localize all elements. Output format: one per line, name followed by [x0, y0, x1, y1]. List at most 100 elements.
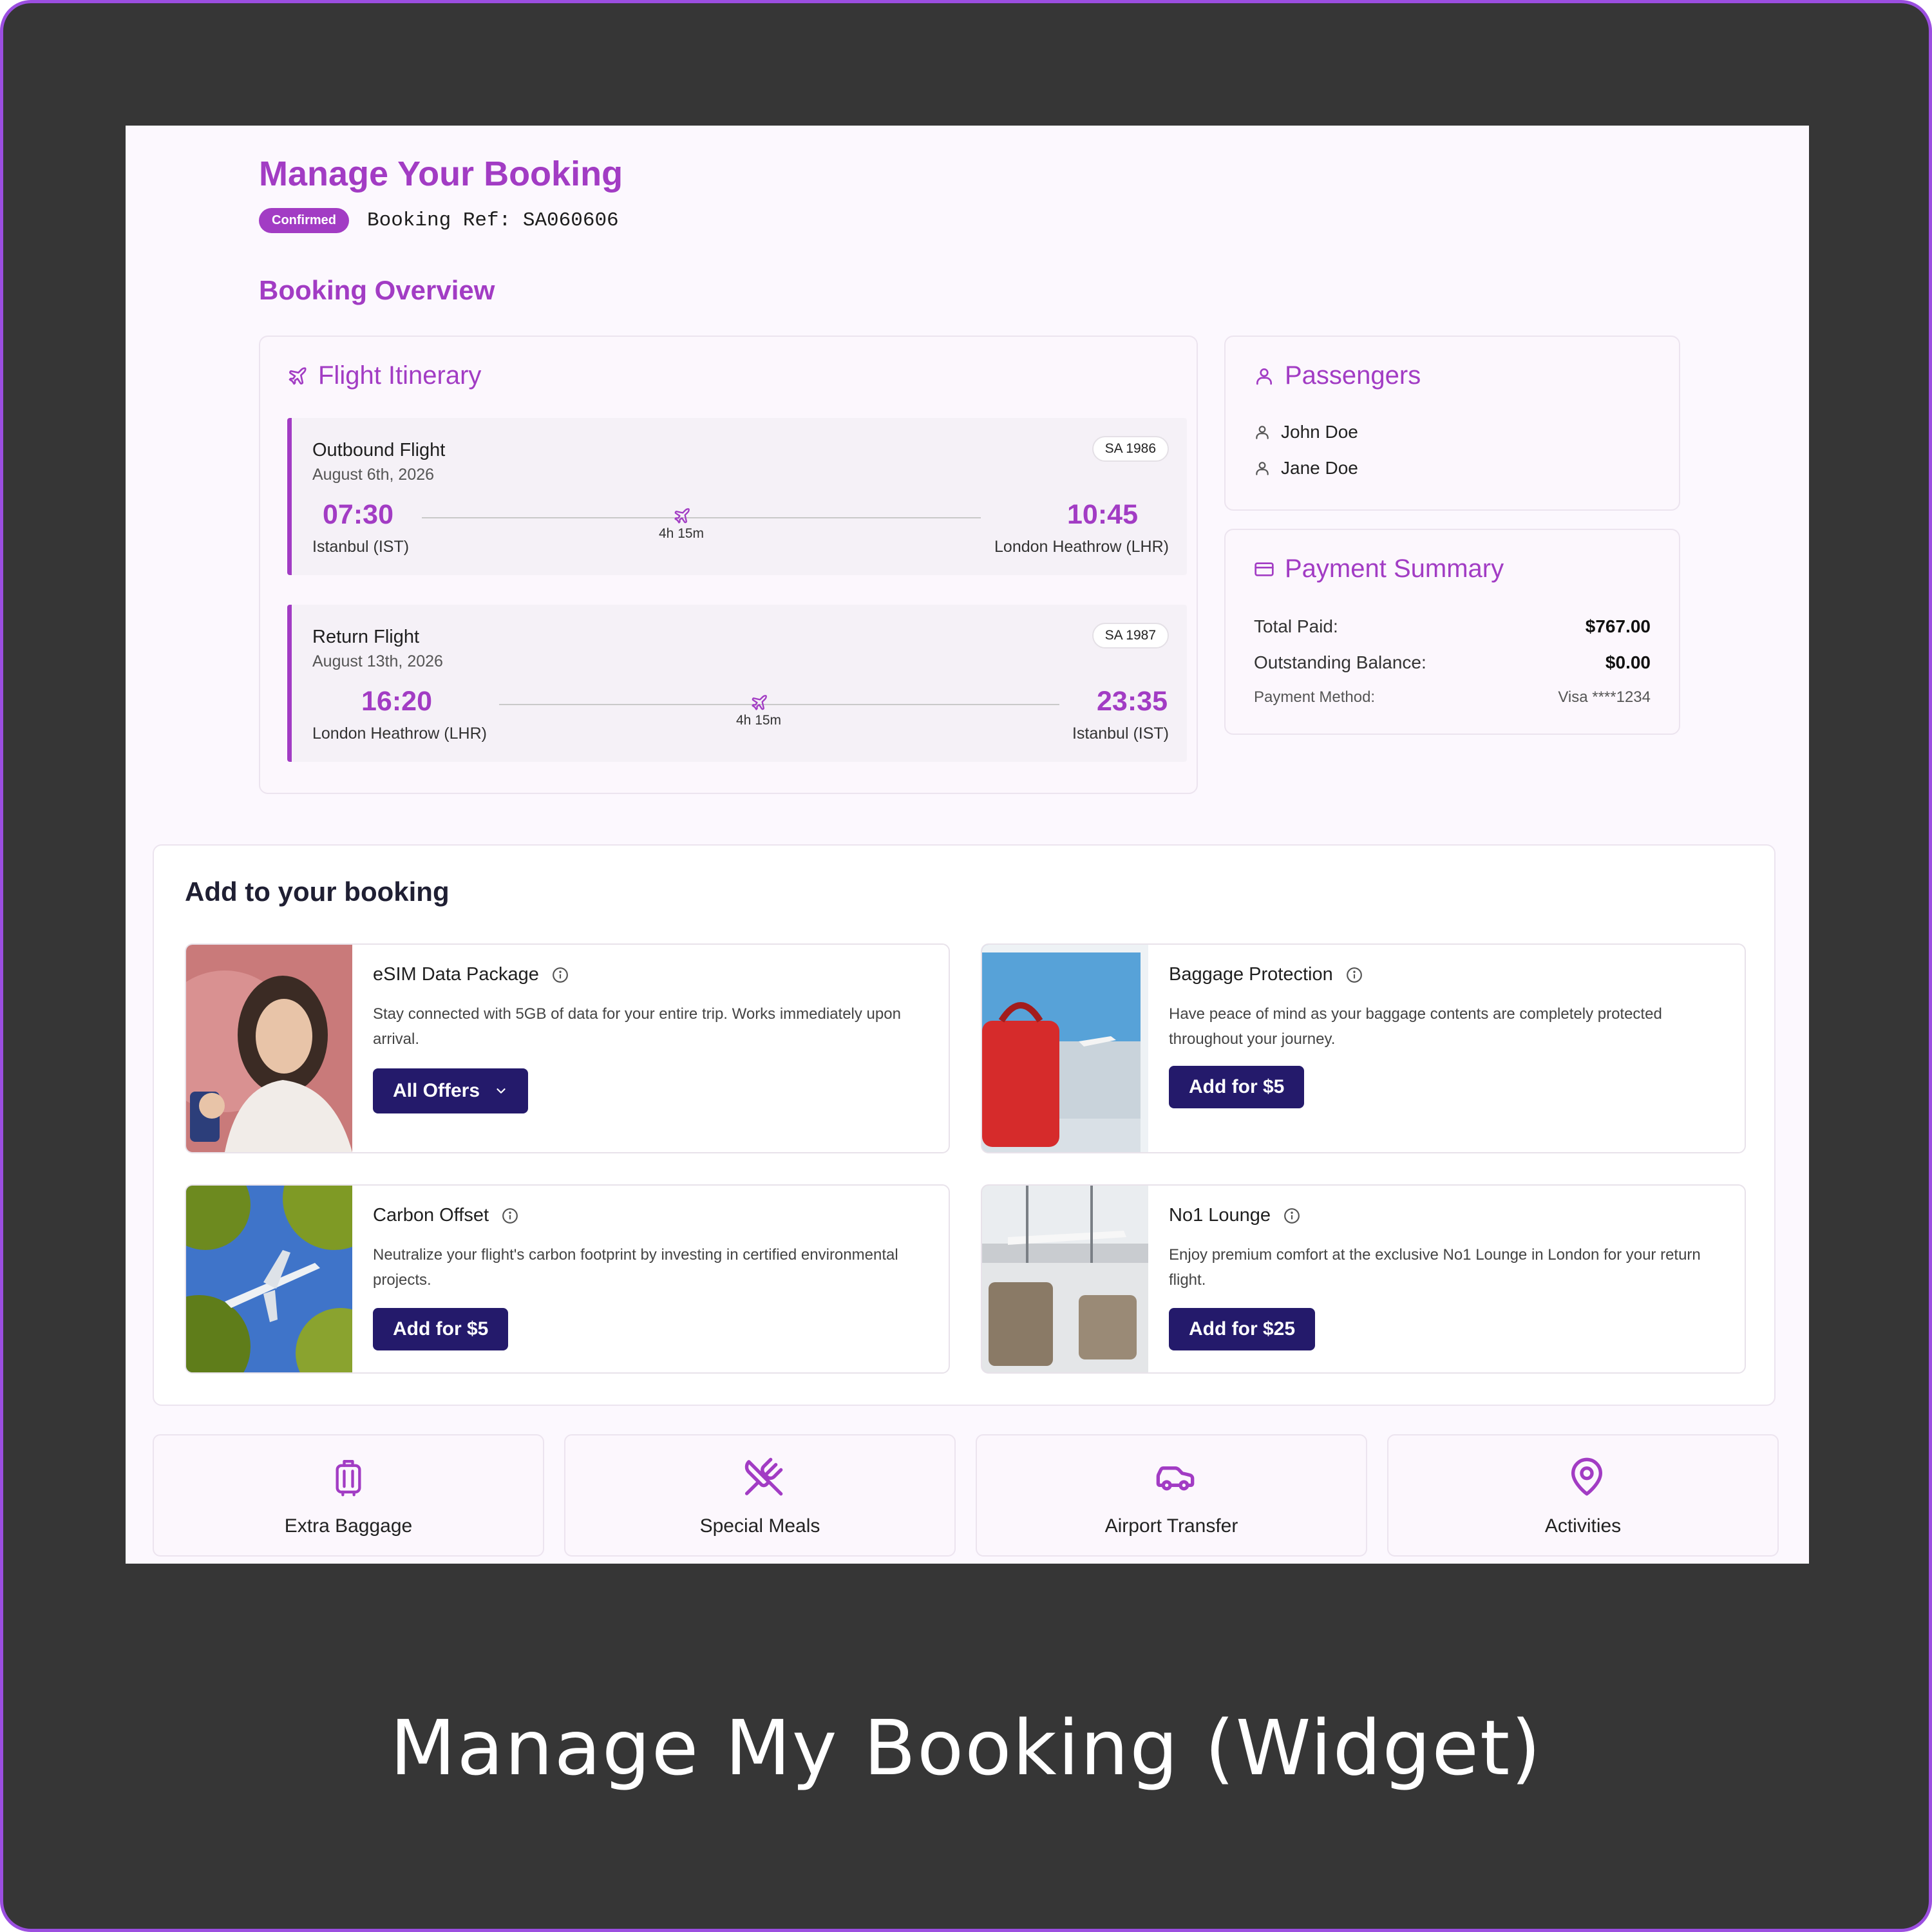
- info-icon[interactable]: [552, 967, 569, 983]
- flight-number: SA 1987: [1092, 623, 1169, 649]
- plane-icon: [289, 366, 307, 384]
- itinerary-title-text: Flight Itinerary: [318, 361, 482, 390]
- offer-description: Enjoy premium comfort at the exclusive N…: [1169, 1246, 1701, 1289]
- flight-duration: 4h 15m: [736, 713, 782, 728]
- status-badge: Confirmed: [259, 208, 349, 233]
- tile-label: Airport Transfer: [1104, 1515, 1238, 1537]
- arrival-time: 10:45: [1067, 499, 1138, 530]
- passengers-title: Passengers: [1254, 361, 1421, 390]
- luggage-icon: [336, 1460, 361, 1497]
- flight-duration: 4h 15m: [659, 526, 705, 541]
- user-icon: [1256, 426, 1269, 439]
- booking-status-row: Confirmed Booking Ref: SA060606: [259, 208, 619, 233]
- caption: Manage My Booking (Widget): [390, 1703, 1542, 1792]
- departure-time: 16:20: [361, 686, 432, 717]
- offer-carbon-offset-card: Carbon Offset Neutralize your flight's c…: [185, 1184, 950, 1374]
- car-icon: [1156, 1466, 1195, 1491]
- passengers-card: Passengers John Doe Jane Doe: [1224, 336, 1680, 511]
- airport-transfer-tile[interactable]: Airport Transfer: [976, 1434, 1367, 1557]
- baggage-protection-image: [982, 945, 1148, 1152]
- return-flight: Return Flight August 13th, 2026 SA 1987 …: [287, 605, 1187, 762]
- tile-label: Extra Baggage: [284, 1515, 413, 1537]
- offer-title: Baggage Protection: [1169, 964, 1363, 985]
- credit-card-icon: [1255, 562, 1274, 576]
- offer-title-text: Carbon Offset: [373, 1205, 489, 1226]
- add-to-booking-title: Add to your booking: [185, 876, 450, 907]
- offer-esim-card: eSIM Data Package Stay connected with 5G…: [185, 943, 950, 1153]
- payment-summary-card: Payment Summary Total Paid: $767.00 Outs…: [1224, 529, 1680, 735]
- booking-widget: Manage Your Booking Confirmed Booking Re…: [126, 126, 1809, 1564]
- offer-title-text: No1 Lounge: [1169, 1205, 1271, 1226]
- payment-method-label: Payment Method:: [1254, 688, 1376, 706]
- flight-number: SA 1986: [1092, 436, 1169, 462]
- offer-title-text: eSIM Data Package: [373, 964, 539, 985]
- payment-method-row: Payment Method: Visa ****1234: [1254, 688, 1651, 706]
- total-paid-value: $767.00: [1585, 616, 1651, 636]
- plane-icon: [674, 508, 690, 524]
- flight-itinerary-card: Flight Itinerary Outbound Flight August …: [259, 336, 1198, 794]
- total-paid-row: Total Paid: $767.00: [1254, 616, 1651, 637]
- map-pin-icon: [1571, 1457, 1602, 1496]
- offer-description: Have peace of mind as your baggage conte…: [1169, 1005, 1662, 1048]
- plane-icon: [752, 695, 767, 710]
- tile-label: Activities: [1544, 1515, 1622, 1537]
- route-line: [499, 704, 1059, 705]
- chevron-down-icon: [497, 1088, 506, 1094]
- offer-title-text: Baggage Protection: [1169, 964, 1333, 985]
- booking-reference: Booking Ref: SA060606: [367, 209, 619, 232]
- outstanding-balance-row: Outstanding Balance: $0.00: [1254, 652, 1651, 673]
- flight-label: Outbound Flight: [312, 440, 446, 460]
- offer-title: eSIM Data Package: [373, 964, 569, 985]
- flight-date: August 6th, 2026: [312, 466, 435, 484]
- user-icon: [1256, 462, 1269, 475]
- esim-image: [186, 945, 352, 1152]
- arrival-airport: London Heathrow (LHR): [994, 538, 1169, 556]
- payment-title-text: Payment Summary: [1285, 554, 1504, 583]
- add-no1-lounge-button[interactable]: Add for $25: [1169, 1308, 1316, 1350]
- add-baggage-protection-button[interactable]: Add for $5: [1169, 1066, 1305, 1108]
- special-meals-tile[interactable]: Special Meals: [564, 1434, 956, 1557]
- passengers-title-text: Passengers: [1285, 361, 1421, 390]
- presentation-frame: Manage Your Booking Confirmed Booking Re…: [0, 0, 1932, 1932]
- booking-overview-title: Booking Overview: [259, 275, 495, 305]
- carbon-offset-image: [186, 1186, 352, 1372]
- payment-title: Payment Summary: [1254, 554, 1504, 583]
- info-icon[interactable]: [1283, 1208, 1300, 1224]
- itinerary-title: Flight Itinerary: [287, 361, 481, 390]
- all-offers-label: All Offers: [393, 1080, 480, 1101]
- tile-label: Special Meals: [699, 1515, 820, 1537]
- offer-description: Stay connected with 5GB of data for your…: [373, 1005, 901, 1048]
- outstanding-balance-value: $0.00: [1605, 652, 1651, 672]
- total-paid-label: Total Paid:: [1254, 616, 1338, 636]
- add-to-booking-section: Add to your booking eSIM Data Package St…: [153, 844, 1776, 1406]
- offer-no1-lounge-card: No1 Lounge Enjoy premium comfort at the …: [981, 1184, 1746, 1374]
- utensils-icon: [744, 1457, 783, 1496]
- passenger-item: John Doe: [1254, 422, 1358, 442]
- offer-title: Carbon Offset: [373, 1205, 518, 1226]
- user-icon: [1256, 368, 1272, 384]
- activities-tile[interactable]: Activities: [1387, 1434, 1779, 1557]
- no1-lounge-image: [982, 1186, 1148, 1372]
- payment-method-value: Visa ****1234: [1558, 688, 1651, 706]
- all-offers-button[interactable]: All Offers: [373, 1068, 529, 1113]
- departure-time: 07:30: [323, 499, 393, 530]
- arrival-time: 23:35: [1097, 686, 1168, 717]
- departure-airport: London Heathrow (LHR): [312, 724, 487, 743]
- arrival-airport: Istanbul (IST): [1072, 724, 1169, 743]
- page-title: Manage Your Booking: [259, 155, 623, 193]
- info-icon[interactable]: [502, 1208, 518, 1224]
- departure-airport: Istanbul (IST): [312, 538, 410, 556]
- offer-baggage-protection-card: Baggage Protection Have peace of mind as…: [981, 943, 1746, 1153]
- outstanding-balance-label: Outstanding Balance:: [1254, 652, 1426, 672]
- info-icon[interactable]: [1346, 967, 1363, 983]
- passenger-item: Jane Doe: [1254, 458, 1358, 478]
- extra-baggage-tile[interactable]: Extra Baggage: [153, 1434, 544, 1557]
- add-carbon-offset-button[interactable]: Add for $5: [373, 1308, 509, 1350]
- flight-date: August 13th, 2026: [312, 652, 443, 670]
- offer-description: Neutralize your flight's carbon footprin…: [373, 1246, 898, 1289]
- flight-label: Return Flight: [312, 627, 420, 647]
- passenger-name: John Doe: [1281, 422, 1358, 442]
- route-line: [422, 517, 981, 518]
- outbound-flight: Outbound Flight August 6th, 2026 SA 1986…: [287, 418, 1187, 575]
- passenger-name: Jane Doe: [1281, 458, 1358, 478]
